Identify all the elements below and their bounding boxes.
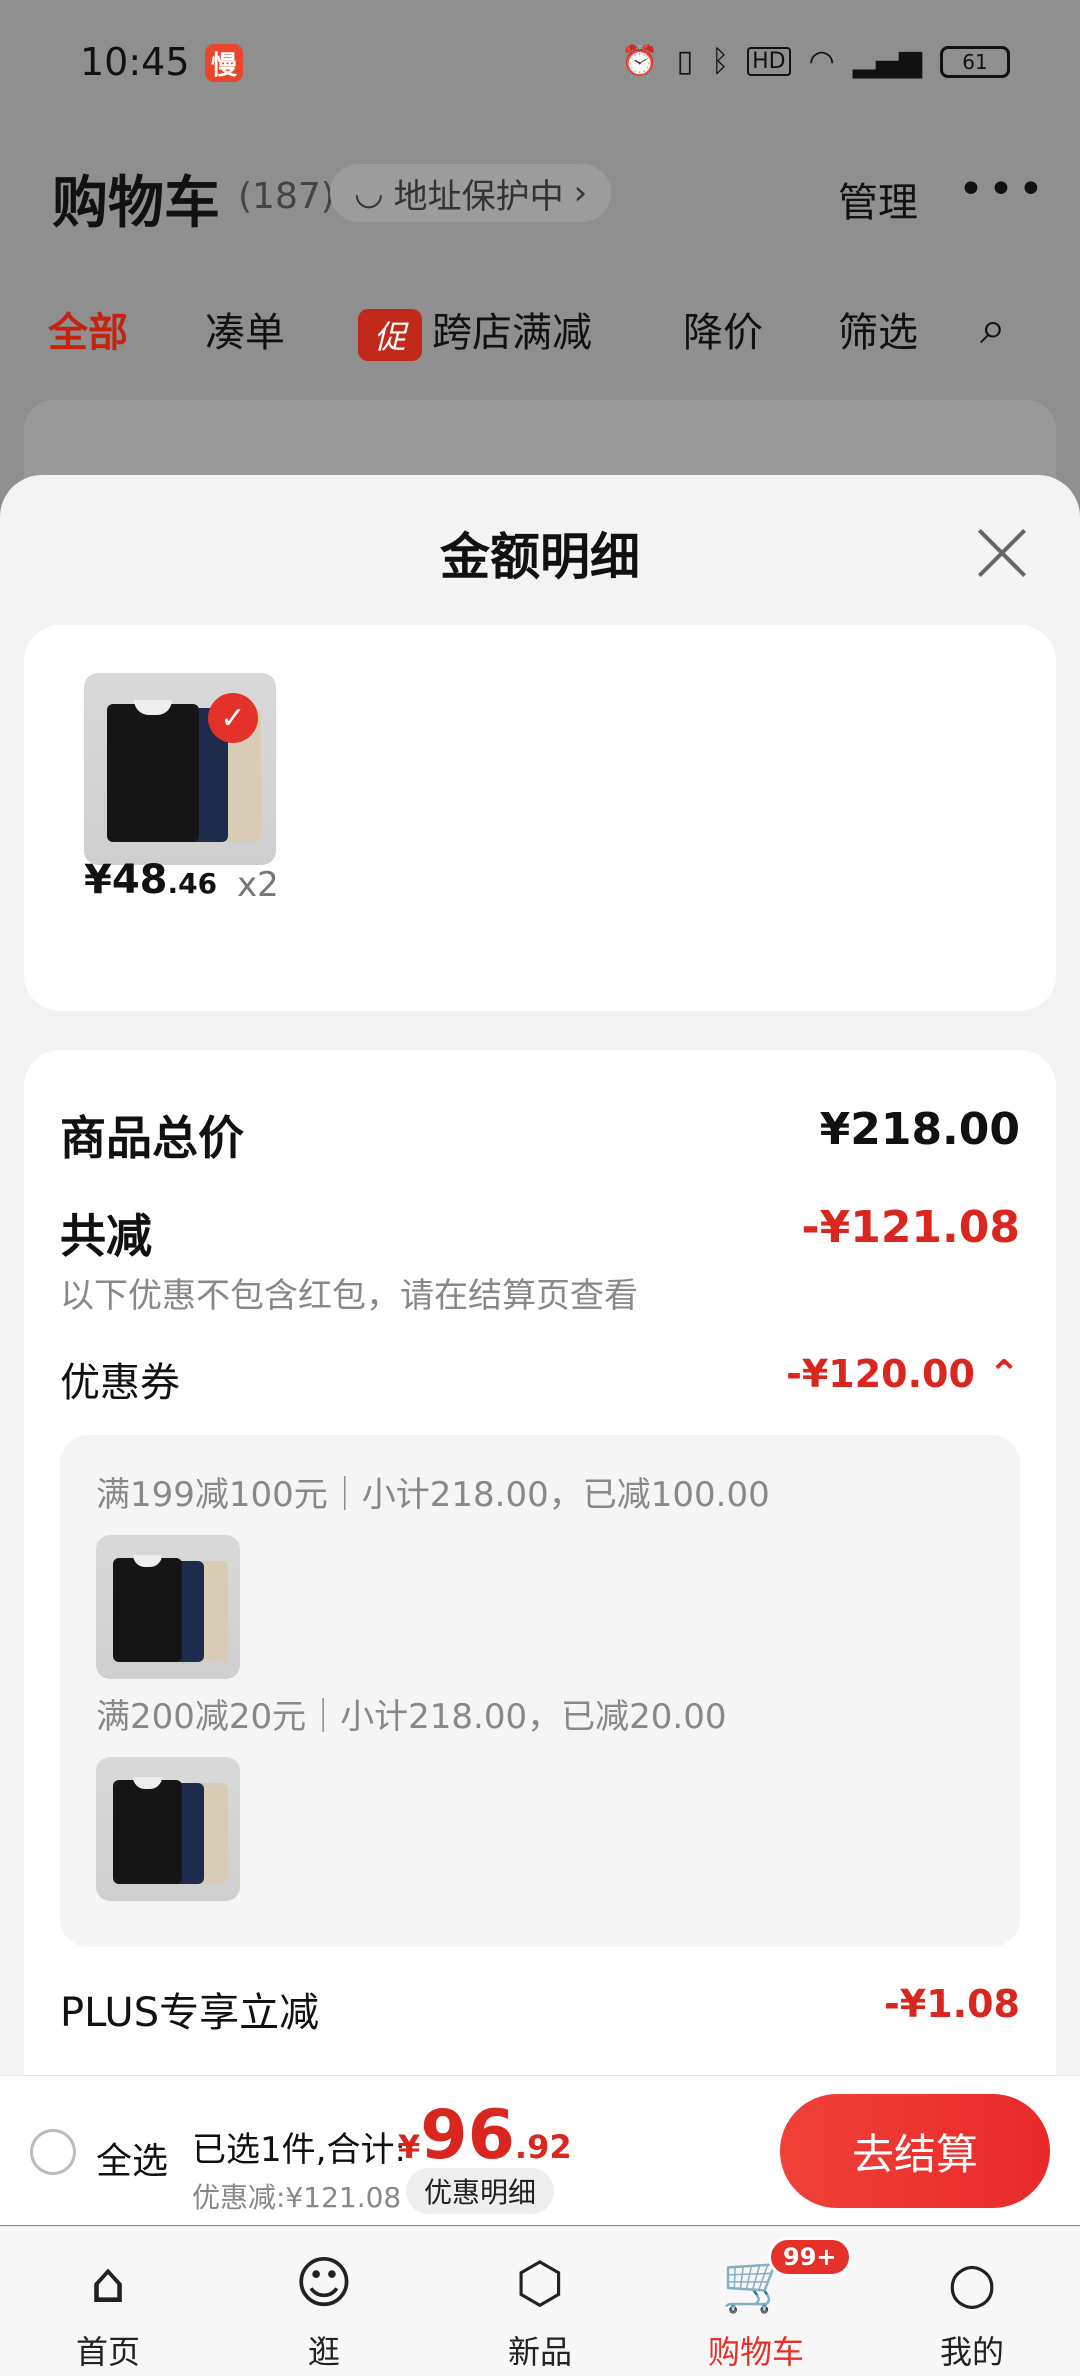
app-notification-icon: 慢 <box>205 44 243 82</box>
tab-filter[interactable]: 筛选 <box>838 300 918 358</box>
product-price-dec: .46 <box>167 867 218 900</box>
tab-explore[interactable]: ☺ 逛 <box>216 2227 432 2376</box>
address-protection-label: 地址保护中 <box>393 176 564 217</box>
subtotal-label: 商品总价 <box>60 1111 244 1165</box>
promo-tag: 促 <box>358 309 422 361</box>
alarm-icon: ⏰ <box>621 44 659 79</box>
product-price: ¥48.46 <box>84 857 217 903</box>
status-time: 10:45 <box>80 40 190 84</box>
discount-note: 以下优惠不包含红包，请在结算页查看 <box>60 1276 638 1316</box>
plus-discount-value: -¥1.08 <box>884 1982 1020 2026</box>
coupon-line-1: 满199减100元｜小计218.00，已减100.00 <box>96 1475 770 1515</box>
total-yen: ¥ <box>398 2128 421 2166</box>
product-quantity: x2 <box>237 865 279 905</box>
total-price: ¥96.92 <box>398 2096 572 2175</box>
checkout-button[interactable]: 去结算 <box>780 2094 1050 2208</box>
check-icon: ✓ <box>208 693 258 743</box>
product-card: ✓ ¥48.46 x2 <box>24 625 1056 1011</box>
total-dec: .92 <box>514 2128 572 2166</box>
subtotal-value: ¥218.00 <box>819 1104 1020 1155</box>
tab-new[interactable]: ⬡ 新品 <box>432 2227 648 2376</box>
tab-home-label: 首页 <box>75 2333 140 2371</box>
close-icon[interactable] <box>975 525 1029 579</box>
tab-bundle[interactable]: 凑单 <box>205 300 285 358</box>
cart-header: 购物车 (187) ◡ 地址保护中 › 管理 ••• <box>0 140 1080 250</box>
tab-home[interactable]: ⌂ 首页 <box>0 2227 216 2376</box>
tab-explore-label: 逛 <box>307 2333 340 2371</box>
status-icons: ⏰ ▯ ᛒ HD ◠ ▂▄▆ 61 <box>621 44 1010 79</box>
vibrate-icon: ▯ <box>676 44 694 79</box>
coupon-detail-box: 满199减100元｜小计218.00，已减100.00 满200减20元｜小计2… <box>60 1435 1020 1947</box>
address-protection-pill[interactable]: ◡ 地址保护中 › <box>330 164 612 222</box>
wifi-icon: ◠ <box>808 44 835 79</box>
tab-me-label: 我的 <box>939 2333 1004 2371</box>
select-all-label[interactable]: 全选 <box>96 2132 168 2184</box>
checkout-bar: 全选 已选1件,合计: ¥96.92 优惠减:¥121.08 优惠明细 去结算 <box>0 2075 1080 2225</box>
manage-button[interactable]: 管理 <box>838 170 918 228</box>
tab-price-drop[interactable]: 降价 <box>683 300 763 358</box>
discount-label: 共减 <box>60 1209 152 1263</box>
home-icon: ⌂ <box>90 2251 126 2316</box>
bluetooth-icon: ᛒ <box>711 44 730 79</box>
coupon-product-thumbnail <box>96 1757 240 1901</box>
cube-icon: ⬡ <box>515 2251 565 2316</box>
tab-new-label: 新品 <box>507 2333 572 2371</box>
sheet-title: 金额明细 <box>440 528 640 586</box>
total-int: 96 <box>420 2096 515 2175</box>
cart-filter-tabs: 全部 凑单 促跨店满减 降价 筛选 ⌕ <box>0 290 1080 370</box>
discount-value: -¥121.08 <box>801 1202 1020 1253</box>
product-price-int: ¥48 <box>84 857 168 903</box>
tab-me[interactable]: ○ 我的 <box>864 2227 1080 2376</box>
tab-cross-store-label: 跨店满减 <box>432 310 592 356</box>
hd-icon: HD <box>747 47 791 76</box>
coupon-label: 优惠券 <box>60 1360 180 1406</box>
select-all-checkbox[interactable] <box>30 2129 76 2175</box>
tab-cart[interactable]: 🛒 99+ 购物车 <box>648 2227 864 2376</box>
signal-5g-icon: ▂▄▆ <box>852 44 922 79</box>
coupon-product-thumbnail <box>96 1535 240 1679</box>
discount-summary: 优惠减:¥121.08 <box>192 2181 402 2214</box>
selected-count-text: 已选1件,合计: <box>192 2130 406 2170</box>
discount-detail-button[interactable]: 优惠明细 <box>406 2168 555 2214</box>
page-title: 购物车 <box>52 171 220 236</box>
tab-cross-store[interactable]: 促跨店满减 <box>358 300 592 361</box>
user-icon: ○ <box>947 2251 997 2316</box>
battery-icon: 61 <box>940 45 1010 78</box>
tab-all[interactable]: 全部 <box>48 300 128 358</box>
price-detail-card: 商品总价 ¥218.00 共减 -¥121.08 以下优惠不包含红包，请在结算页… <box>24 1050 1056 2150</box>
cart-count: (187) <box>238 176 335 217</box>
eye-closed-icon: ◡ <box>354 173 384 213</box>
status-bar: 10:45 慢 ⏰ ▯ ᛒ HD ◠ ▂▄▆ 61 <box>0 0 1080 120</box>
plus-discount-label: PLUS专享立减 <box>60 1990 320 2036</box>
tab-cart-label: 购物车 <box>707 2333 804 2371</box>
bottom-tab-bar: ⌂ 首页 ☺ 逛 ⬡ 新品 🛒 99+ 购物车 ○ 我的 <box>0 2226 1080 2376</box>
coupon-value-toggle[interactable]: -¥120.00 ⌃ <box>786 1352 1020 1396</box>
more-icon[interactable]: ••• <box>958 164 1048 215</box>
amount-detail-sheet: 金额明细 ✓ ¥48.46 x2 商品总价 ¥218.00 共减 -¥121.0… <box>0 475 1080 2150</box>
coupon-line-2: 满200减20元｜小计218.00，已减20.00 <box>96 1697 727 1737</box>
cart-badge: 99+ <box>768 2237 852 2277</box>
chevron-right-icon: › <box>573 173 588 213</box>
search-icon[interactable]: ⌕ <box>980 300 1006 356</box>
explore-icon: ☺ <box>294 2251 354 2316</box>
